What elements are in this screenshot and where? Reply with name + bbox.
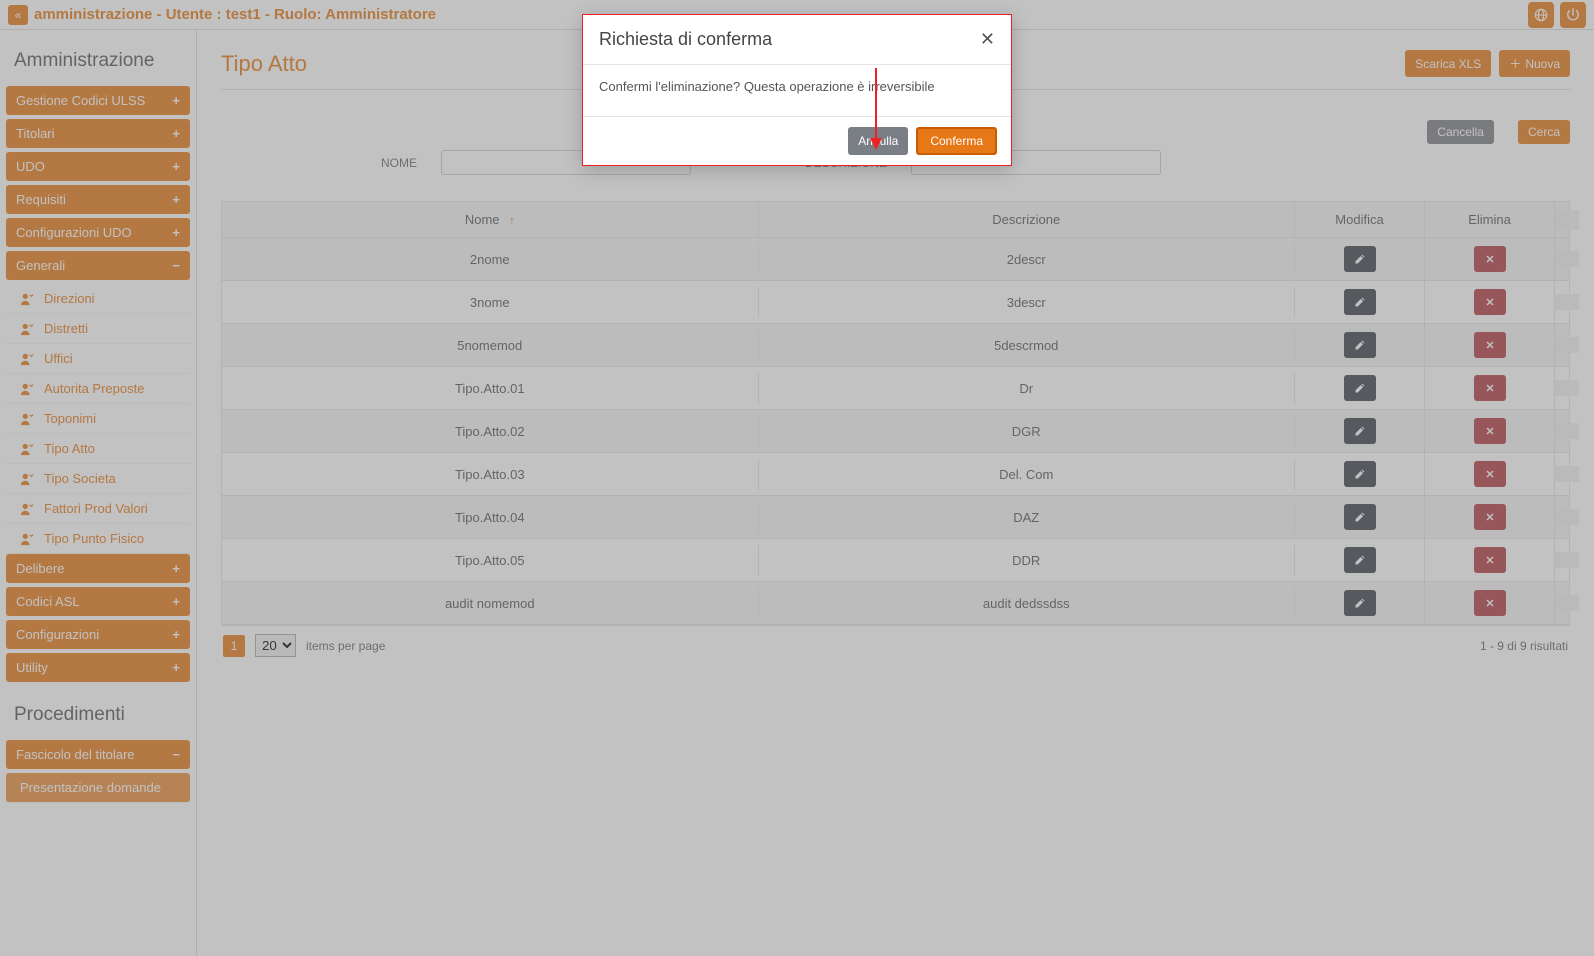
close-icon[interactable]: ✕ xyxy=(980,29,995,50)
dialog-body: Confermi l'eliminazione? Questa operazio… xyxy=(583,65,1011,117)
dialog-title: Richiesta di conferma xyxy=(599,29,772,50)
dialog-cancel-button[interactable]: Annulla xyxy=(848,127,908,155)
dialog-confirm-button[interactable]: Conferma xyxy=(916,127,997,155)
confirm-dialog: Richiesta di conferma ✕ Confermi l'elimi… xyxy=(582,14,1012,166)
